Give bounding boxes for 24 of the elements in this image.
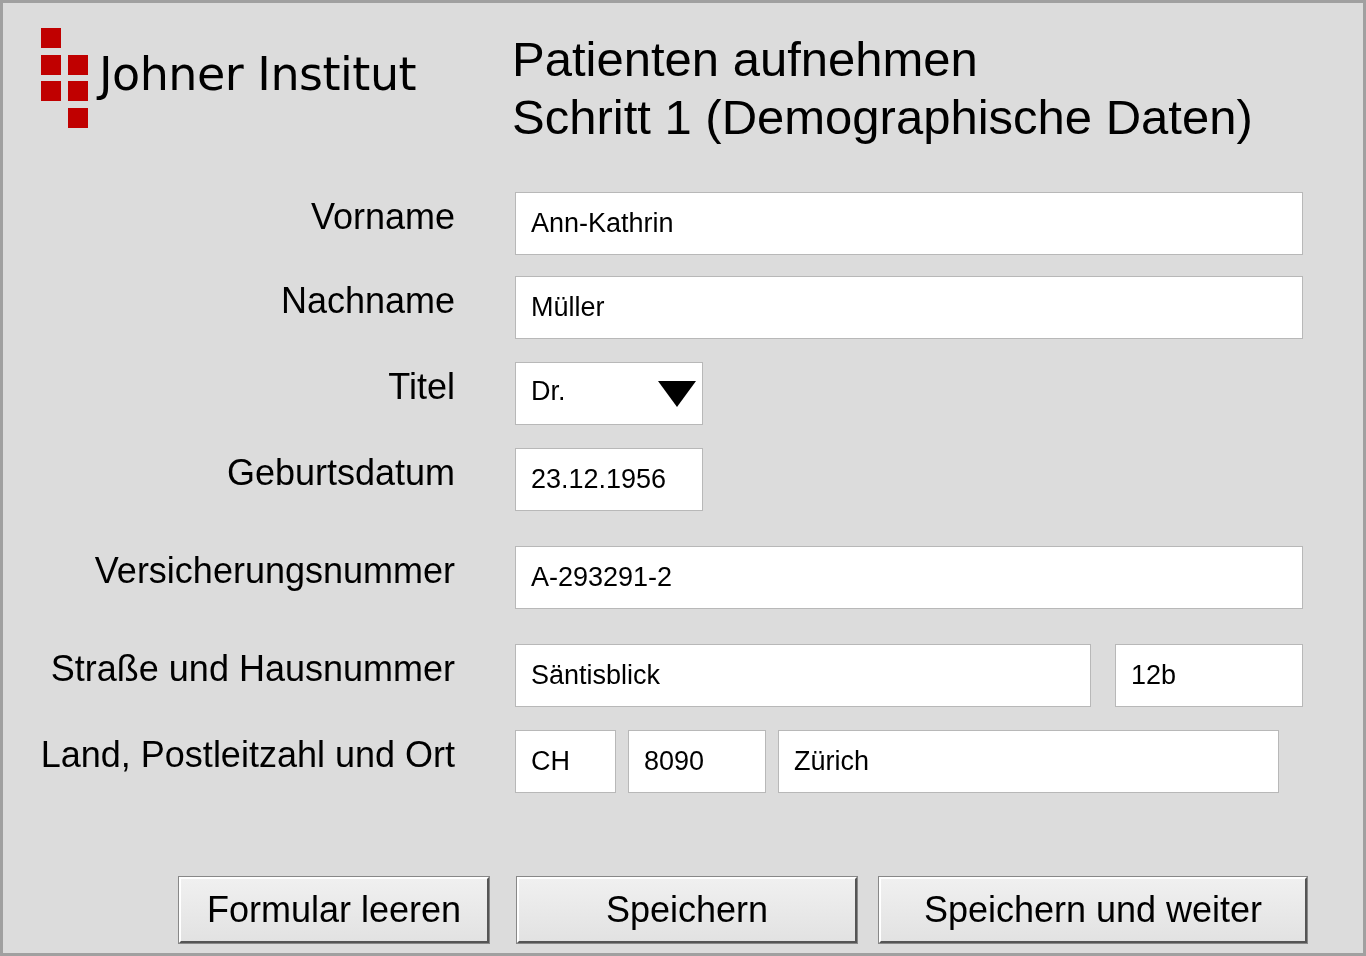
field-label: Straße und Hausnummer [49,647,456,691]
field-label: Titel [387,365,456,409]
input-field[interactable]: Säntisblick [515,644,1091,707]
input-field[interactable]: 12b [1115,644,1303,707]
dropdown-arrow-icon [658,380,696,407]
input-field[interactable]: 8090 [628,730,766,793]
input-field[interactable]: Müller [515,276,1303,339]
field-label: Nachname [279,279,456,323]
field-label: Versicherungsnummer [93,549,456,593]
field-label: Vorname [309,195,456,239]
field-label: Land, Postleitzahl und Ort [39,733,456,777]
form-button[interactable]: Formular leeren [179,877,489,943]
page-title: Patienten aufnehmen [512,31,979,88]
input-field[interactable]: 23.12.1956 [515,448,703,511]
dropdown-field[interactable]: Dr. [515,362,703,425]
logo-icon [41,28,89,130]
input-field[interactable]: A-293291-2 [515,546,1303,609]
input-field[interactable]: Ann-Kathrin [515,192,1303,255]
page-subtitle: Schritt 1 (Demographische Daten) [512,89,1253,146]
input-field[interactable]: CH [515,730,616,793]
form-button[interactable]: Speichern [517,877,857,943]
form-button[interactable]: Speichern und weiter [879,877,1307,943]
input-field[interactable]: Zürich [778,730,1279,793]
field-label: Geburtsdatum [225,451,456,495]
